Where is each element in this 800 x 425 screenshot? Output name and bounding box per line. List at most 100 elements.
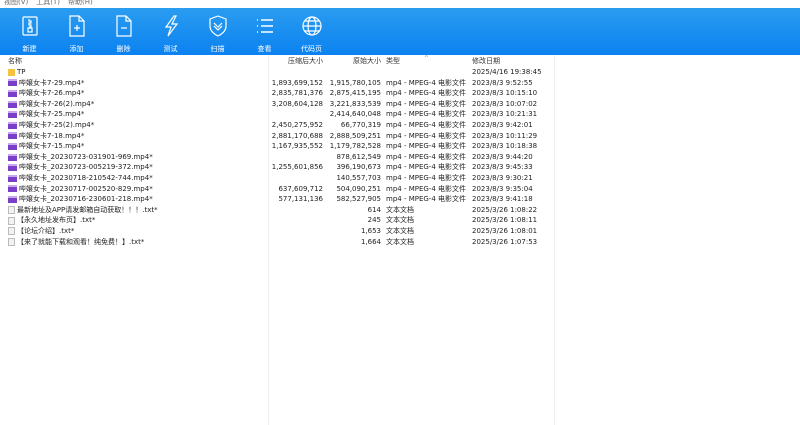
file-name: 哔嬢女卡_20230716-230601-218.mp4* (19, 195, 153, 204)
file-type: mp4 - MPEG-4 电影文件 (386, 89, 467, 98)
menu-view[interactable]: 视图(V) (4, 0, 28, 8)
file-name: 哔嬢女卡7-25.mp4* (19, 110, 85, 119)
shield-icon (208, 15, 227, 37)
add-button[interactable]: 添加 (53, 8, 100, 55)
file-row[interactable]: 【永久地址发布页】.txt* 245 文本文档 2025/3/26 1:08:1… (0, 215, 560, 226)
modified-date: 2023/8/3 9:30:21 (472, 174, 533, 182)
original-size: 66,770,319 (340, 121, 381, 129)
text-file-icon (8, 216, 15, 225)
text-file-icon (8, 206, 15, 215)
lightning-icon (164, 15, 178, 37)
column-header-type[interactable]: 类型 (386, 56, 400, 67)
modified-date: 2023/8/3 9:35:04 (472, 184, 533, 193)
file-row[interactable]: 哔嬢女卡7-18.mp4* 2,881,170,688 2,888,509,25… (0, 131, 560, 142)
modified-date: 2025/3/26 1:07:53 (472, 237, 538, 246)
modified-date: 2025/3/26 1:08:11 (472, 216, 538, 225)
compressed-size: 1,893,699,152 (271, 78, 323, 87)
text-file-icon (8, 227, 15, 236)
file-type: mp4 - MPEG-4 电影文件 (386, 163, 467, 172)
video-file-icon (8, 132, 17, 140)
menu-bar: 视图(V) 工具(T) 帮助(H) (0, 0, 93, 8)
archive-icon (21, 16, 38, 36)
view-button[interactable]: 查看 (241, 8, 288, 55)
file-remove-icon (115, 15, 132, 37)
file-row[interactable]: 哔嬢女卡7-25.mp4* 2,414,640,048 mp4 - MPEG-4… (0, 109, 560, 120)
original-size: 1,915,780,105 (329, 78, 381, 87)
column-header-row: 名称 压缩后大小 原始大小 类型 ^ 修改日期 (0, 55, 560, 67)
compressed-size: 3,208,604,128 (271, 99, 323, 108)
file-name: 【永久地址发布页】.txt* (17, 216, 96, 225)
file-row[interactable]: 哔嬢女卡7-26(2).mp4* 3,208,604,128 3,221,833… (0, 99, 560, 110)
scan-button[interactable]: 扫描 (194, 8, 241, 55)
new-button[interactable]: 新建 (6, 8, 53, 55)
modified-date: 2023/8/3 10:15:10 (472, 89, 538, 98)
file-row[interactable]: 哔嬢女卡_20230717-002520-829.mp4* 637,609,71… (0, 184, 560, 195)
file-type: mp4 - MPEG-4 电影文件 (386, 131, 467, 140)
text-file-icon (8, 237, 15, 246)
list-icon (256, 19, 273, 33)
modified-date: 2023/8/3 9:44:20 (472, 152, 533, 161)
video-file-icon (8, 79, 17, 87)
video-file-icon (8, 111, 17, 119)
file-name: 哔嬢女卡_20230718-210542-744.mp4* (19, 174, 153, 182)
file-row[interactable]: 哔嬢女卡_20230716-230601-218.mp4* 577,131,13… (0, 194, 560, 205)
original-size: 582,527,905 (336, 195, 381, 204)
file-type: mp4 - MPEG-4 电影文件 (386, 121, 467, 129)
file-type: mp4 - MPEG-4 电影文件 (386, 99, 467, 108)
modified-date: 2025/4/16 19:38:45 (472, 68, 542, 76)
modified-date: 2023/8/3 9:42:01 (472, 121, 533, 129)
original-size: 1,653 (360, 227, 381, 235)
file-row[interactable]: 【来了就能下载和观看！纯免费！】.txt* 1,664 文本文档 2025/3/… (0, 237, 560, 248)
file-type: 文本文档 (386, 227, 414, 235)
video-file-icon (8, 142, 17, 150)
original-size: 878,612,549 (336, 152, 381, 161)
file-name: 哔嬢女卡7-29.mp4* (19, 78, 85, 87)
original-size: 2,875,415,195 (329, 89, 381, 98)
file-type: mp4 - MPEG-4 电影文件 (386, 110, 467, 119)
file-row[interactable]: 哔嬢女卡_20230723-031901-969.mp4* 878,612,54… (0, 152, 560, 163)
file-row[interactable]: 最新地址及APP请发邮箱自动获取！！！.txt* 614 文本文档 2025/3… (0, 205, 560, 216)
file-row[interactable]: 【论坛介绍】.txt* 1,653 文本文档 2025/3/26 1:08:01 (0, 226, 560, 237)
video-file-icon (8, 121, 17, 129)
delete-button[interactable]: 删除 (100, 8, 147, 55)
video-file-icon (8, 185, 17, 193)
modified-date: 2023/8/3 10:07:02 (472, 99, 538, 108)
video-file-icon (8, 195, 17, 203)
column-header-name[interactable]: 名称 (8, 56, 22, 67)
file-type: mp4 - MPEG-4 电影文件 (386, 152, 467, 161)
file-row[interactable]: TP 2025/4/16 19:38:45 (0, 67, 560, 78)
modified-date: 2023/8/3 10:18:38 (472, 142, 538, 151)
test-button[interactable]: 测试 (147, 8, 194, 55)
file-row[interactable]: 哔嬢女卡_20230718-210542-744.mp4* 140,557,70… (0, 173, 560, 184)
compressed-size: 2,450,275,952 (271, 121, 323, 129)
codepage-button[interactable]: 代码页 (288, 8, 335, 55)
file-list: 名称 压缩后大小 原始大小 类型 ^ 修改日期 TP 2025/4/16 19:… (0, 55, 800, 425)
compressed-size: 637,609,712 (278, 184, 323, 193)
column-header-original[interactable]: 原始大小 (353, 56, 381, 67)
file-name: 哔嬢女卡7-15.mp4* (19, 142, 85, 151)
modified-date: 2025/3/26 1:08:01 (472, 227, 538, 235)
original-size: 3,221,833,539 (329, 99, 381, 108)
file-add-icon (68, 15, 85, 37)
file-row[interactable]: 哔嬢女卡_20230723-005219-372.mp4* 1,255,601,… (0, 162, 560, 173)
original-size: 2,888,509,251 (329, 131, 381, 140)
modified-date: 2023/8/3 10:21:31 (472, 110, 538, 119)
file-name: TP (17, 68, 26, 76)
compressed-size: 1,167,935,552 (271, 142, 323, 151)
sort-arrow-icon: ^ (424, 55, 430, 62)
compressed-size: 1,255,601,856 (271, 163, 323, 172)
file-row[interactable]: 哔嬢女卡7-15.mp4* 1,167,935,552 1,179,782,52… (0, 141, 560, 152)
original-size: 1,664 (360, 237, 381, 246)
file-row[interactable]: 哔嬢女卡7-26.mp4* 2,835,781,376 2,875,415,19… (0, 88, 560, 99)
file-type: 文本文档 (386, 237, 414, 246)
globe-icon (301, 16, 322, 36)
menu-tools[interactable]: 工具(T) (36, 0, 60, 8)
file-name: 哔嬢女卡7-25(2).mp4* (19, 121, 95, 129)
file-row[interactable]: 哔嬢女卡7-25(2).mp4* 2,450,275,952 66,770,31… (0, 120, 560, 131)
file-row[interactable]: 哔嬢女卡7-29.mp4* 1,893,699,152 1,915,780,10… (0, 78, 560, 89)
column-header-date[interactable]: 修改日期 (472, 56, 500, 67)
menu-help[interactable]: 帮助(H) (68, 0, 93, 8)
column-header-compressed[interactable]: 压缩后大小 (288, 56, 323, 67)
file-name: 哔嬢女卡_20230723-005219-372.mp4* (19, 163, 153, 172)
folder-icon (8, 68, 15, 76)
